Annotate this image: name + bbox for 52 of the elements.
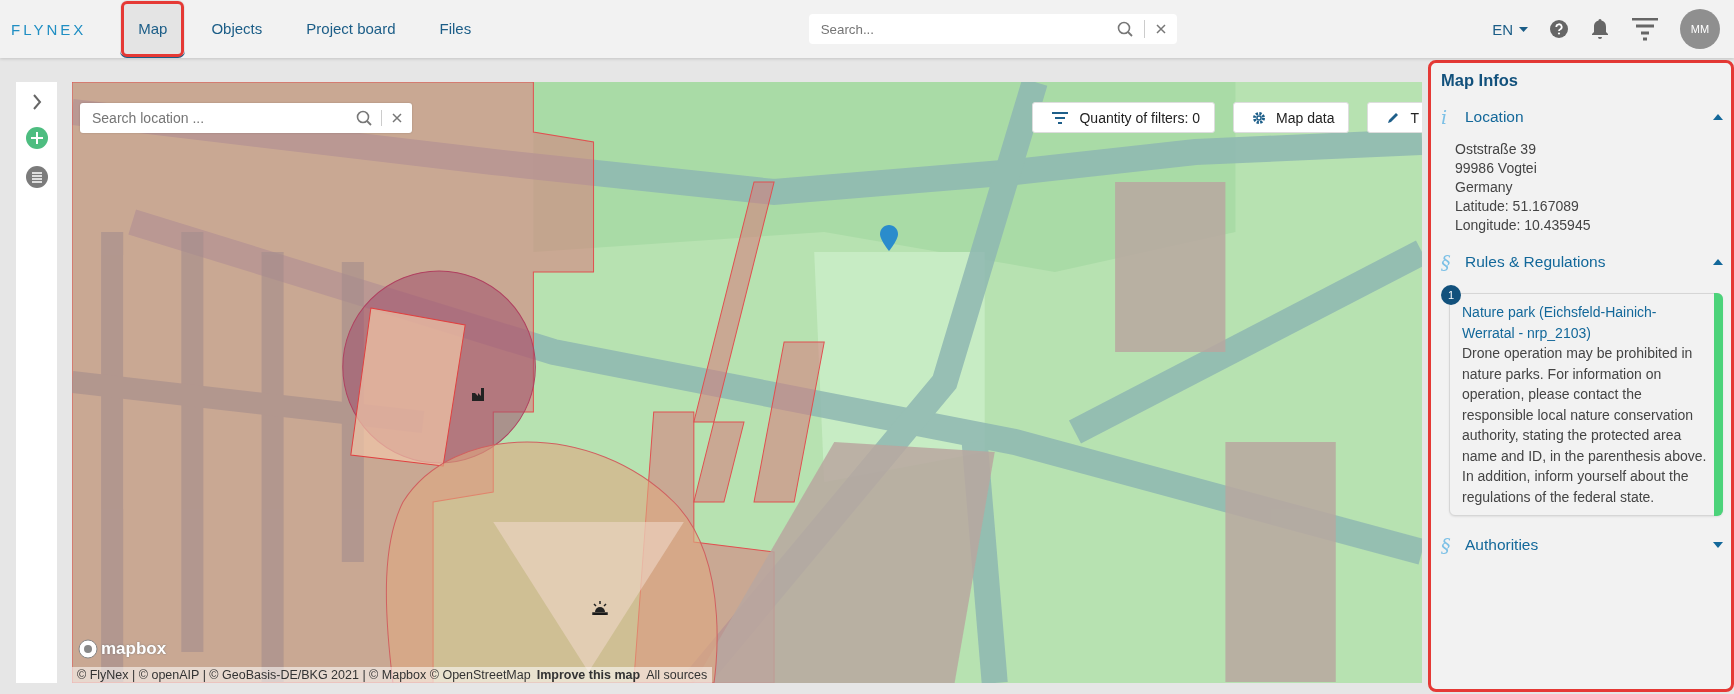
map-button[interactable]: Map data (1233, 102, 1350, 133)
location-text: Latitude: 51.167089 (1455, 197, 1580, 216)
section-header[interactable]: § Authorities (1441, 528, 1723, 562)
rule-description: Nature park (Eichsfeld-Hainich-Werratal - nrp_2103) Drone operation may be prohibited in nature parks. For information on operation, please contact the responsible local nature conservation authority, stating the protected area name and ID, in the parenthesis above. In addition, inform yourself about the regulations of the federal state. (1462, 302, 1708, 507)
nav-tab[interactable]: Map (120, 0, 186, 58)
attribution-text: © FlyNex | © openAIP | © GeoBasis-DE/BKG 2021 | © Mapbox © OpenStreetMap (77, 668, 531, 682)
panel-title: Map Infos (1441, 71, 1519, 90)
settings-icon (1252, 110, 1267, 125)
location-search-field[interactable]: Search location ... (90, 108, 347, 127)
expand-chevron-icon[interactable] (31, 94, 42, 110)
caret-icon (1519, 26, 1528, 32)
map-button[interactable]: Quantity of filters: 0 (1032, 102, 1216, 133)
map-button[interactable]: T (1367, 102, 1422, 133)
search-field[interactable]: Search... (818, 20, 1107, 38)
location-text: Longitude: 10.435945 (1455, 216, 1592, 235)
filter-icon[interactable] (1632, 17, 1658, 41)
location-text: Oststraße 39 (1455, 140, 1537, 159)
filter-icon (1051, 110, 1070, 125)
nav-tab[interactable]: Objects (193, 0, 281, 58)
siren-icon (592, 601, 608, 615)
location-pin-icon (880, 225, 898, 251)
section-icon: § (1441, 251, 1455, 273)
mapbox-logo-icon (78, 639, 98, 659)
nav-tab[interactable]: Project board (288, 0, 414, 58)
location-search-bar[interactable]: Search location ... (80, 102, 412, 133)
bell-icon[interactable] (1590, 18, 1610, 40)
search-icon (356, 109, 372, 126)
brand-logo[interactable]: FLYNEX (11, 20, 87, 38)
search-icon (1116, 20, 1134, 38)
rule-title-link[interactable]: Nature park (Eichsfeld-Hainich-Werratal - nrp_2103) (1462, 302, 1708, 343)
sources-link[interactable]: All sources (646, 668, 708, 682)
close-icon (391, 112, 402, 123)
rule-number: 1 (1441, 285, 1461, 305)
collapse-caret-icon (1713, 259, 1723, 265)
info-icon: i (1441, 106, 1455, 128)
pencil-icon (1386, 110, 1401, 125)
search-bar[interactable]: Search... (808, 14, 1177, 44)
section-header[interactable]: § Rules & Regulations (1441, 245, 1723, 279)
help-icon[interactable] (1550, 20, 1568, 38)
close-icon (1154, 23, 1167, 35)
user-avatar[interactable]: MM (1680, 9, 1720, 49)
section-icon: § (1441, 534, 1455, 556)
location-text: 99986 Vogtei (1455, 159, 1538, 178)
list-icon[interactable] (25, 166, 48, 188)
section-header[interactable]: i Location (1441, 100, 1723, 134)
location-text: Germany (1455, 178, 1514, 197)
improve-map-link[interactable]: Improve this map (536, 668, 641, 682)
collapse-caret-icon (1713, 114, 1723, 120)
language-dropdown[interactable]: EN (1492, 20, 1528, 38)
expand-caret-icon (1713, 542, 1723, 548)
nav-tab[interactable]: Files (421, 0, 490, 58)
factory-icon (472, 387, 484, 401)
